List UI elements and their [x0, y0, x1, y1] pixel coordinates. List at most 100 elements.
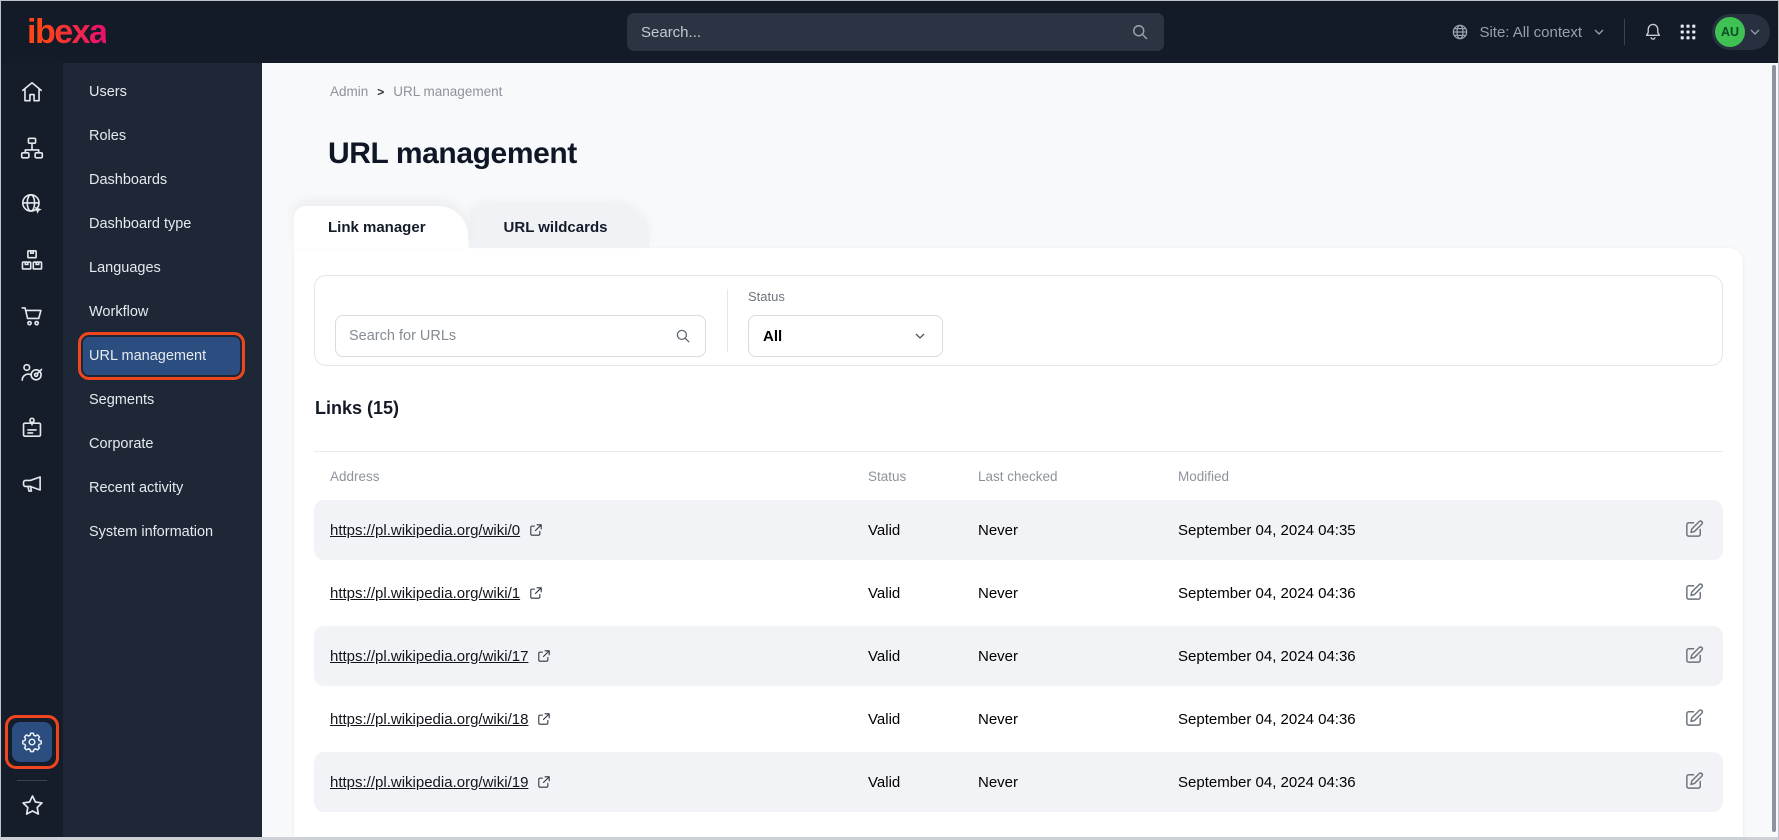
global-search[interactable]	[627, 13, 1164, 51]
sidebar-item[interactable]: URL management	[78, 332, 245, 380]
site-context-label: Site: All context	[1479, 23, 1582, 41]
edit-url-button[interactable]	[1681, 769, 1707, 795]
table-row: https://pl.wikipedia.org/wiki/19 Valid N…	[314, 752, 1723, 812]
status-cell: Valid	[868, 584, 901, 602]
rail-bottom-group	[5, 715, 59, 837]
table-row: https://pl.wikipedia.org/wiki/17 Valid N…	[314, 626, 1723, 686]
avatar: AU	[1715, 17, 1745, 47]
tabs: Link manager URL wildcards	[294, 206, 650, 248]
col-status: Status	[868, 468, 907, 484]
links-count-heading: Links (15)	[315, 398, 400, 418]
modified-cell: September 04, 2024 04:36	[1178, 773, 1356, 791]
sidebar-item[interactable]: Segments	[83, 378, 240, 422]
external-link-icon	[536, 774, 552, 790]
edit-url-button[interactable]	[1681, 643, 1707, 669]
ibexa-logo: ibexa	[27, 12, 108, 51]
status-cell: Valid	[868, 521, 901, 539]
site-context-selector[interactable]: Site: All context	[1450, 22, 1607, 42]
sidebar-item[interactable]: Recent activity	[83, 466, 240, 510]
site-structure-icon[interactable]	[19, 135, 45, 161]
status-filter-value: All	[763, 327, 783, 345]
table-row: https://pl.wikipedia.org/wiki/18 Valid N…	[314, 689, 1723, 749]
address-cell: https://pl.wikipedia.org/wiki/19	[330, 774, 868, 791]
sidebar-item-label: URL management	[89, 348, 207, 364]
content-card: Status All Links (15) Address Status Las…	[294, 248, 1743, 837]
tab-url-wildcards[interactable]: URL wildcards	[469, 206, 650, 248]
globe-icon	[1450, 22, 1470, 42]
search-icon[interactable]	[674, 327, 692, 345]
last-checked-cell: Never	[978, 584, 1019, 602]
user-menu[interactable]: AU	[1712, 14, 1770, 50]
external-link-icon	[528, 522, 544, 538]
global-search-input[interactable]	[641, 23, 1130, 41]
last-checked-cell: Never	[978, 521, 1019, 539]
external-link-icon	[528, 585, 544, 601]
url-link[interactable]: https://pl.wikipedia.org/wiki/18	[330, 711, 528, 728]
topbar: ibexa Site: All context	[1, 1, 1778, 63]
external-link-icon	[536, 711, 552, 727]
page-title: URL management	[328, 137, 577, 170]
address-cell: https://pl.wikipedia.org/wiki/17	[330, 648, 868, 665]
icon-rail	[1, 63, 63, 837]
table-body: https://pl.wikipedia.org/wiki/0 Valid Ne…	[314, 500, 1723, 812]
external-link-icon	[536, 648, 552, 664]
address-cell: https://pl.wikipedia.org/wiki/1	[330, 585, 868, 602]
url-link[interactable]: https://pl.wikipedia.org/wiki/1	[330, 585, 520, 602]
filter-divider	[727, 289, 728, 352]
site-globe-icon[interactable]	[19, 191, 45, 217]
sidebar-item-label: Languages	[89, 260, 161, 276]
modified-cell: September 04, 2024 04:36	[1178, 647, 1356, 665]
vertical-scrollbar[interactable]	[1772, 65, 1776, 832]
status-filter-select[interactable]: All	[748, 315, 943, 357]
edit-url-button[interactable]	[1681, 580, 1707, 606]
admin-sidebar: Users Roles Dashboards Dashboard type La…	[63, 63, 262, 837]
url-link[interactable]: https://pl.wikipedia.org/wiki/19	[330, 774, 528, 791]
last-checked-cell: Never	[978, 647, 1019, 665]
url-link[interactable]: https://pl.wikipedia.org/wiki/17	[330, 648, 528, 665]
sidebar-item[interactable]: System information	[83, 510, 240, 554]
col-last-checked: Last checked	[978, 468, 1058, 484]
topbar-divider	[1624, 19, 1625, 45]
corporate-badge-icon[interactable]	[19, 415, 45, 441]
url-search-field[interactable]	[335, 315, 706, 357]
chevron-down-icon	[1591, 24, 1607, 40]
edit-url-button[interactable]	[1681, 517, 1707, 543]
modified-cell: September 04, 2024 04:36	[1178, 584, 1356, 602]
edit-url-button[interactable]	[1681, 706, 1707, 732]
sidebar-item[interactable]: Roles	[83, 114, 240, 158]
sidebar-item-label: Workflow	[89, 304, 149, 320]
sidebar-item-label: Segments	[89, 392, 155, 408]
url-search-input[interactable]	[349, 328, 674, 344]
col-address: Address	[330, 468, 380, 484]
breadcrumb-separator: >	[377, 84, 385, 99]
sidebar-item-label: Dashboard type	[89, 216, 192, 232]
last-checked-cell: Never	[978, 710, 1019, 728]
url-link[interactable]: https://pl.wikipedia.org/wiki/0	[330, 522, 520, 539]
product-catalog-icon[interactable]	[19, 247, 45, 273]
customer-segments-icon[interactable]	[19, 359, 45, 385]
status-cell: Valid	[868, 647, 901, 665]
sidebar-item[interactable]: Dashboards	[83, 158, 240, 202]
marketing-megaphone-icon[interactable]	[19, 471, 45, 497]
breadcrumb-admin[interactable]: Admin	[330, 84, 368, 99]
app-window: ibexa Site: All context	[0, 0, 1779, 840]
app-grid-icon[interactable]	[1677, 21, 1699, 43]
bookmarks-star-icon[interactable]	[19, 792, 46, 819]
search-icon[interactable]	[1130, 22, 1150, 42]
main-content: Admin > URL management URL management Li…	[262, 63, 1778, 837]
topbar-right-cluster: Site: All context AU	[1450, 1, 1770, 63]
status-cell: Valid	[868, 773, 901, 791]
tab-link-manager[interactable]: Link manager	[294, 206, 468, 248]
sidebar-item[interactable]: Dashboard type	[83, 202, 240, 246]
sidebar-item-label: Roles	[89, 128, 127, 144]
home-icon[interactable]	[19, 79, 45, 105]
sidebar-item[interactable]: Corporate	[83, 422, 240, 466]
chevron-down-icon	[912, 328, 928, 344]
chevron-down-icon	[1747, 24, 1763, 40]
sidebar-item[interactable]: Users	[83, 70, 240, 114]
sidebar-item[interactable]: Workflow	[83, 290, 240, 334]
sidebar-item[interactable]: Languages	[83, 246, 240, 290]
admin-gear-icon[interactable]	[12, 722, 52, 762]
bell-icon[interactable]	[1642, 21, 1664, 43]
commerce-cart-icon[interactable]	[19, 303, 45, 329]
